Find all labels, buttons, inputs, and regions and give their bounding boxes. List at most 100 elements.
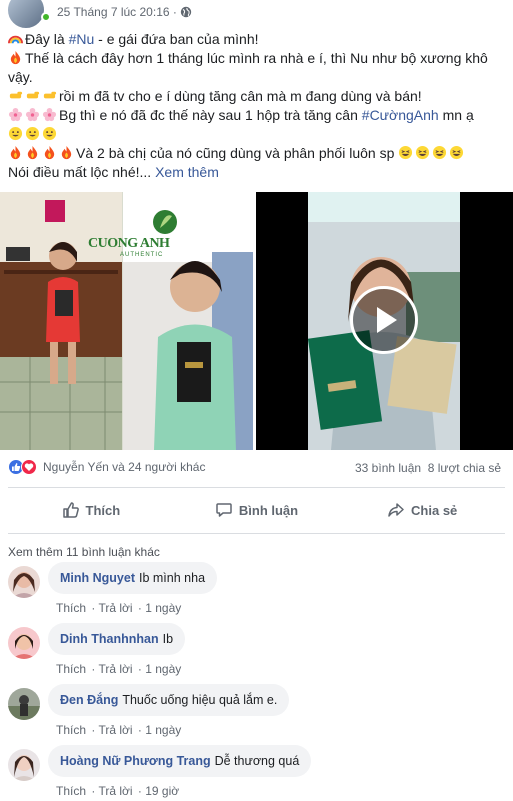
post-line-8: Nói điều mất lộc nhé!... Xem thêm — [8, 163, 504, 182]
comment-time[interactable]: 1 ngày — [145, 662, 181, 676]
comment-like-link[interactable]: Thích — [56, 723, 86, 737]
post-photo[interactable]: CUONG ANH AUTHENTIC — [0, 192, 253, 450]
photo-collage-illustration — [0, 192, 253, 450]
comment-bubble: Đen Đắng Thuốc uống hiệu quả lắm e. — [48, 684, 290, 716]
comment-item: Minh Nguyet Ib mình nha Thích · Trả lời ·… — [8, 562, 505, 620]
globe-icon — [180, 6, 192, 18]
comment-actions: Thích · Trả lời · 1 ngày — [56, 723, 182, 737]
commenter-avatar[interactable] — [8, 688, 40, 720]
comment-item: Đen Đắng Thuốc uống hiệu quả lắm e. Thích… — [8, 684, 505, 742]
share-icon — [388, 503, 404, 517]
post-stats: Nguyễn Yến và 24 người khác 33 bình luận… — [8, 459, 505, 479]
share-count[interactable]: 8 lượt chia sẻ — [428, 461, 501, 475]
comment-reply-link[interactable]: Trả lời — [98, 784, 132, 798]
comment-time[interactable]: 1 ngày — [145, 601, 181, 615]
grinning-icon — [8, 126, 23, 141]
commenter-name[interactable]: Minh Nguyet — [60, 571, 135, 585]
post-line-7: Và 2 bà chị của nó cũng dùng và phân phố… — [8, 144, 504, 163]
thumbs-up-icon — [62, 502, 79, 518]
hashtag-link[interactable]: #CườngAnh — [362, 107, 439, 123]
comment-actions: Thích · Trả lời · 19 giờ — [56, 784, 180, 798]
commenter-name[interactable]: Dinh Thanhnhan — [60, 632, 159, 646]
see-more-link[interactable]: Xem thêm — [155, 164, 219, 180]
like-button[interactable]: Thích — [8, 492, 174, 528]
post-header: 25 Tháng 7 lúc 20:16 · — [0, 0, 513, 30]
post-line-1: Đây là #Nu - e gái đứa ban của mình! — [8, 30, 504, 49]
brand-logo-subtext: AUTHENTIC — [120, 252, 164, 258]
fire-icon — [10, 145, 21, 160]
like-label: Thích — [85, 502, 121, 518]
commenter-name[interactable]: Hoàng Nữ Phương Trang — [60, 754, 211, 768]
comment-reply-link[interactable]: Trả lời — [98, 601, 132, 615]
action-bar: Thích Bình luận Chia sẻ — [8, 492, 505, 528]
post-timestamp[interactable]: 25 Tháng 7 lúc 20:16 · — [57, 5, 177, 19]
post-text-segment: Bg thì e nó đã đc thế này sau 1 hộp trà … — [59, 107, 362, 123]
comment-actions: Thích · Trả lời · 1 ngày — [56, 601, 182, 615]
commenter-avatar[interactable] — [8, 749, 40, 781]
hashtag-link[interactable]: #Nu — [69, 31, 95, 47]
post-line-2: Thế là cách đây hơn 1 tháng lúc mình ra … — [8, 49, 504, 68]
pointing-hand-icon — [26, 91, 40, 99]
comment-text: Ib mình nha — [139, 571, 206, 585]
rainbow-icon — [8, 35, 23, 44]
view-more-comments-link[interactable]: Xem thêm 11 bình luận khác — [8, 545, 160, 559]
fire-icon — [44, 145, 55, 160]
reactors-text[interactable]: Nguyễn Yến và 24 người khác — [43, 460, 205, 474]
comment-label: Bình luận — [238, 502, 299, 518]
comment-time[interactable]: 1 ngày — [145, 723, 181, 737]
comment-bubble: Minh Nguyet Ib mình nha — [48, 562, 218, 594]
comment-like-link[interactable]: Thích — [56, 662, 86, 676]
fire-icon — [27, 145, 38, 160]
fire-icon — [10, 50, 21, 65]
laughing-icon — [416, 145, 430, 160]
comment-reply-link[interactable]: Trả lời — [98, 662, 132, 676]
grinning-icon — [42, 126, 57, 141]
post-text-segment: Thế là cách đây hơn 1 tháng lúc mình ra … — [25, 50, 488, 66]
post-video[interactable] — [256, 192, 513, 450]
comment-item: Hoàng Nữ Phương Trang Dễ thương quá Thích… — [8, 745, 505, 801]
comment-like-link[interactable]: Thích — [56, 601, 86, 615]
post-text-segment: rồi m đã tv cho e í dùng tăng cân mà m đ… — [59, 88, 422, 104]
divider — [8, 487, 505, 488]
laughing-icon — [450, 145, 464, 160]
post-body: Đây là #Nu - e gái đứa ban của mình! Thế… — [8, 30, 504, 182]
comment-count[interactable]: 33 bình luận — [355, 461, 421, 475]
cherry-blossom-icon — [25, 107, 40, 122]
post-line-6 — [8, 125, 504, 144]
grinning-icon — [25, 126, 40, 141]
comment-text: Dễ thương quá — [214, 754, 300, 768]
comment-like-link[interactable]: Thích — [56, 784, 86, 798]
post-media: CUONG ANH AUTHENTIC — [0, 192, 513, 450]
post-text-segment: Và 2 bà chị của nó cũng dùng và phân phố… — [76, 145, 395, 161]
play-button[interactable] — [350, 286, 418, 354]
post-line-3: vậy. — [8, 69, 33, 85]
reaction-summary[interactable]: Nguyễn Yến và 24 người khác — [8, 459, 205, 475]
author-avatar[interactable] — [6, 0, 46, 30]
comment-bubble: Hoàng Nữ Phương Trang Dễ thương quá — [48, 745, 312, 777]
brand-logo-text: CUONG ANH — [88, 236, 170, 251]
comment-text: Thuốc uống hiệu quả lắm e. — [122, 693, 278, 707]
online-status-dot — [41, 12, 51, 22]
divider — [8, 533, 505, 534]
commenter-avatar[interactable] — [8, 566, 40, 598]
pointing-hand-icon — [9, 91, 23, 99]
fire-icon — [61, 145, 72, 160]
comment-actions: Thích · Trả lời · 1 ngày — [56, 662, 182, 676]
cherry-blossom-icon — [42, 107, 57, 122]
comment-button[interactable]: Bình luận — [174, 492, 340, 528]
engagement-counts: 33 bình luận 8 lượt chia sẻ — [355, 461, 501, 475]
cherry-blossom-icon — [8, 107, 23, 122]
post-text-segment: - e gái đứa ban của mình! — [94, 31, 259, 47]
comment-time[interactable]: 19 giờ — [145, 784, 179, 798]
post-text-segment: Đây là — [25, 31, 69, 47]
commenter-name[interactable]: Đen Đắng — [60, 693, 118, 707]
comment-icon — [216, 503, 232, 517]
laughing-icon — [433, 145, 447, 160]
commenter-avatar[interactable] — [8, 627, 40, 659]
laughing-icon — [399, 145, 413, 160]
post-line-4: rồi m đã tv cho e í dùng tăng cân mà m đ… — [8, 87, 504, 106]
share-button[interactable]: Chia sẻ — [339, 492, 505, 528]
comment-reply-link[interactable]: Trả lời — [98, 723, 132, 737]
play-icon — [377, 307, 397, 333]
comment-bubble: Dinh Thanhnhan Ib — [48, 623, 186, 655]
